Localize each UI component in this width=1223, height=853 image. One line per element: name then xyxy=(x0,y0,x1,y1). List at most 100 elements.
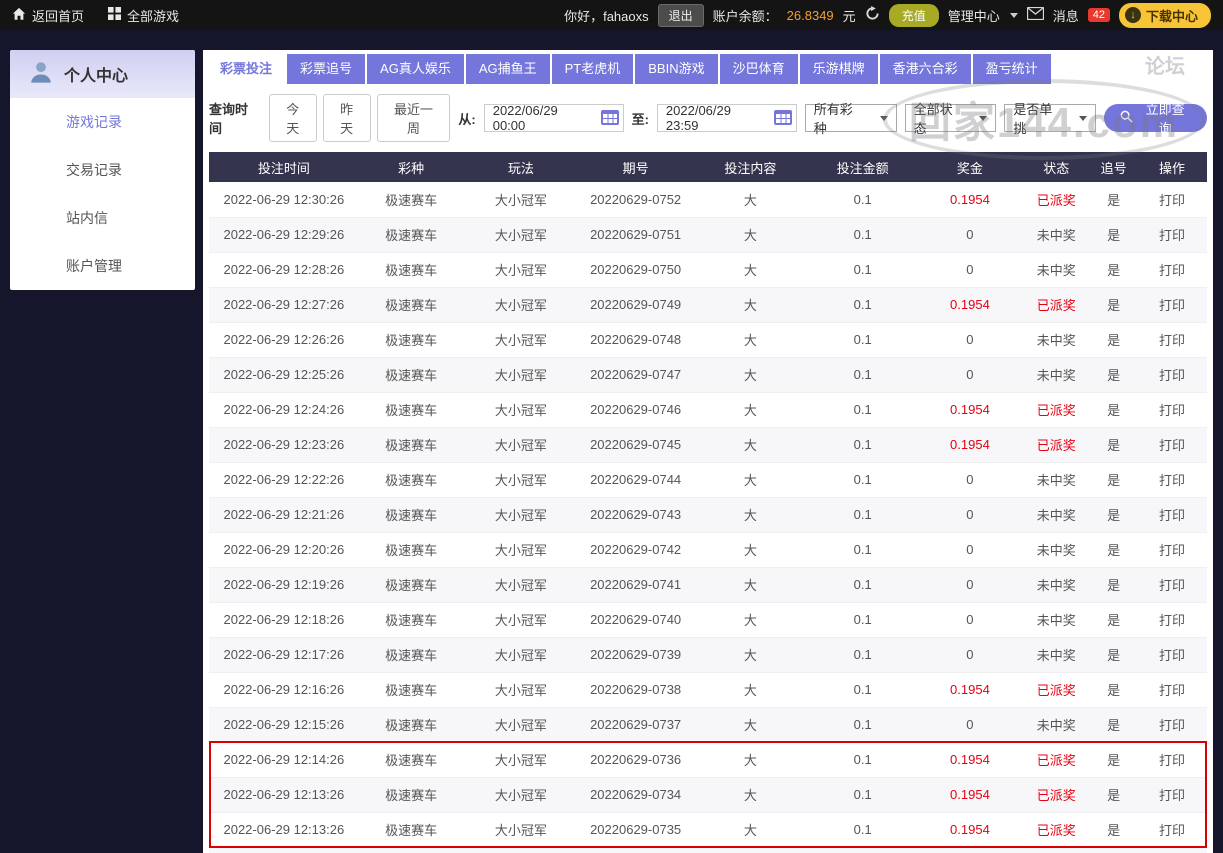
logout-button[interactable]: 退出 xyxy=(657,3,704,27)
status: 未中奖 xyxy=(1022,567,1091,603)
bet-time: 2022-06-29 12:18:26 xyxy=(209,602,359,638)
balance-label: 账户余额： xyxy=(712,8,778,24)
recharge-button[interactable]: 充值 xyxy=(888,3,939,27)
print-action[interactable]: 打印 xyxy=(1137,357,1207,393)
tab-8[interactable]: 香港六合彩 xyxy=(879,54,971,84)
tab-1[interactable]: 彩票追号 xyxy=(287,54,366,84)
print-action[interactable]: 打印 xyxy=(1137,287,1207,323)
bet-content: 大 xyxy=(693,497,808,533)
prize: 0.1954 xyxy=(917,287,1023,323)
mail-icon[interactable] xyxy=(1026,6,1044,23)
lottery-type: 极速赛车 xyxy=(358,812,464,848)
tab-9[interactable]: 盈亏统计 xyxy=(972,54,1051,84)
home-link[interactable]: 返回首页 xyxy=(12,6,84,25)
column-header-prize: 奖金 xyxy=(917,152,1023,182)
print-action[interactable]: 打印 xyxy=(1137,497,1207,533)
tab-5[interactable]: BBIN游戏 xyxy=(635,54,718,84)
messages-count-badge: 42 xyxy=(1087,8,1110,22)
bet-amount: 0.1 xyxy=(807,287,918,323)
prize: 0.1954 xyxy=(917,672,1023,708)
to-date-input[interactable]: 2022/06/29 23:59 xyxy=(656,103,797,133)
period-number: 20220629-0738 xyxy=(578,672,693,708)
status-select[interactable]: 全部状态 xyxy=(904,102,997,136)
tab-0[interactable]: 彩票投注 xyxy=(207,54,286,84)
home-icon xyxy=(12,7,26,24)
quick-date-button-2[interactable]: 最近一周 xyxy=(376,94,451,142)
print-action[interactable]: 打印 xyxy=(1137,602,1207,638)
from-label: 从: xyxy=(458,111,476,127)
table-row: 2022-06-29 12:22:26 极速赛车 大小冠军 20220629-0744… xyxy=(209,462,1207,498)
quick-date-button-1[interactable]: 昨天 xyxy=(322,94,371,142)
tab-4[interactable]: PT老虎机 xyxy=(551,54,634,84)
tab-7[interactable]: 乐游棋牌 xyxy=(799,54,878,84)
query-button[interactable]: 立即查询 xyxy=(1104,102,1207,136)
print-action[interactable]: 打印 xyxy=(1137,707,1207,743)
play-type: 大小冠军 xyxy=(463,287,579,323)
prize: 0 xyxy=(917,497,1023,533)
print-action[interactable]: 打印 xyxy=(1137,812,1207,848)
table-row: 2022-06-29 12:13:26 极速赛车 大小冠军 20220629-0735… xyxy=(209,812,1207,848)
print-action[interactable]: 打印 xyxy=(1137,672,1207,708)
lottery-type-select[interactable]: 所有彩种 xyxy=(804,102,897,136)
print-action[interactable]: 打印 xyxy=(1137,217,1207,253)
print-action[interactable]: 打印 xyxy=(1137,182,1207,218)
status: 已派奖 xyxy=(1022,777,1091,813)
sidebar-item-3[interactable]: 账户管理 xyxy=(10,242,195,290)
all-games-label: 全部游戏 xyxy=(127,8,180,24)
messages-link[interactable]: 消息 xyxy=(1053,6,1079,25)
period-number: 20220629-0751 xyxy=(578,217,693,253)
tab-3[interactable]: AG捕鱼王 xyxy=(465,54,550,84)
prize: 0 xyxy=(917,602,1023,638)
prize: 0.1954 xyxy=(917,777,1023,813)
sidebar-item-2[interactable]: 站内信 xyxy=(10,194,195,242)
lottery-type: 极速赛车 xyxy=(358,462,464,498)
print-action[interactable]: 打印 xyxy=(1137,252,1207,288)
lottery-type: 极速赛车 xyxy=(358,847,464,853)
admin-center-menu[interactable]: 管理中心 xyxy=(948,6,1018,25)
table-row: 2022-06-29 12:29:26 极速赛车 大小冠军 20220629-0751… xyxy=(209,217,1207,253)
status: 未中奖 xyxy=(1022,357,1091,393)
sidebar-title: 个人中心 xyxy=(64,68,129,85)
grid-icon xyxy=(108,7,122,23)
lottery-type: 极速赛车 xyxy=(358,287,464,323)
print-action[interactable]: 打印 xyxy=(1137,777,1207,813)
download-center-button[interactable]: ↓ 下载中心 xyxy=(1118,2,1211,28)
bet-content: 大 xyxy=(693,217,808,253)
bet-amount: 0.1 xyxy=(807,707,918,743)
bet-amount: 0.1 xyxy=(807,217,918,253)
print-action[interactable]: 打印 xyxy=(1137,637,1207,673)
prize: 0 xyxy=(917,707,1023,743)
sidebar-item-1[interactable]: 交易记录 xyxy=(10,146,195,194)
lottery-type: 极速赛车 xyxy=(358,252,464,288)
from-date-input[interactable]: 2022/06/29 00:00 xyxy=(483,103,624,133)
refresh-icon[interactable] xyxy=(865,6,880,24)
table-row: 2022-06-29 12:25:26 极速赛车 大小冠军 20220629-0747… xyxy=(209,357,1207,393)
quick-date-button-0[interactable]: 今天 xyxy=(268,94,317,142)
bet-amount: 0.1 xyxy=(807,357,918,393)
status-value: 全部状态 xyxy=(913,102,953,136)
lottery-type: 极速赛车 xyxy=(358,777,464,813)
print-action[interactable]: 打印 xyxy=(1137,427,1207,463)
status: 已派奖 xyxy=(1022,672,1091,708)
tab-2[interactable]: AG真人娱乐 xyxy=(367,54,464,84)
print-action[interactable]: 打印 xyxy=(1137,462,1207,498)
tab-6[interactable]: 沙巴体育 xyxy=(719,54,798,84)
calendar-icon[interactable] xyxy=(600,109,619,128)
play-type: 大小冠军 xyxy=(463,392,579,428)
print-action[interactable]: 打印 xyxy=(1137,322,1207,358)
period-number: 20220629-0748 xyxy=(578,322,693,358)
print-action[interactable]: 打印 xyxy=(1137,532,1207,568)
all-games-link[interactable]: 全部游戏 xyxy=(108,6,179,25)
play-type: 大小冠军 xyxy=(463,497,579,533)
print-action[interactable]: 打印 xyxy=(1137,847,1207,853)
sidebar-item-0[interactable]: 游戏记录 xyxy=(10,98,195,146)
chase: 是 xyxy=(1090,462,1138,498)
single-pick-select[interactable]: 是否单挑 xyxy=(1004,102,1097,136)
calendar-icon[interactable] xyxy=(773,109,792,128)
bet-amount: 0.1 xyxy=(807,427,918,463)
print-action[interactable]: 打印 xyxy=(1137,567,1207,603)
table-row: 2022-06-29 12:15:26 极速赛车 大小冠军 20220629-0737… xyxy=(209,707,1207,743)
bet-amount: 0.1 xyxy=(807,637,918,673)
print-action[interactable]: 打印 xyxy=(1137,392,1207,428)
print-action[interactable]: 打印 xyxy=(1137,742,1207,778)
